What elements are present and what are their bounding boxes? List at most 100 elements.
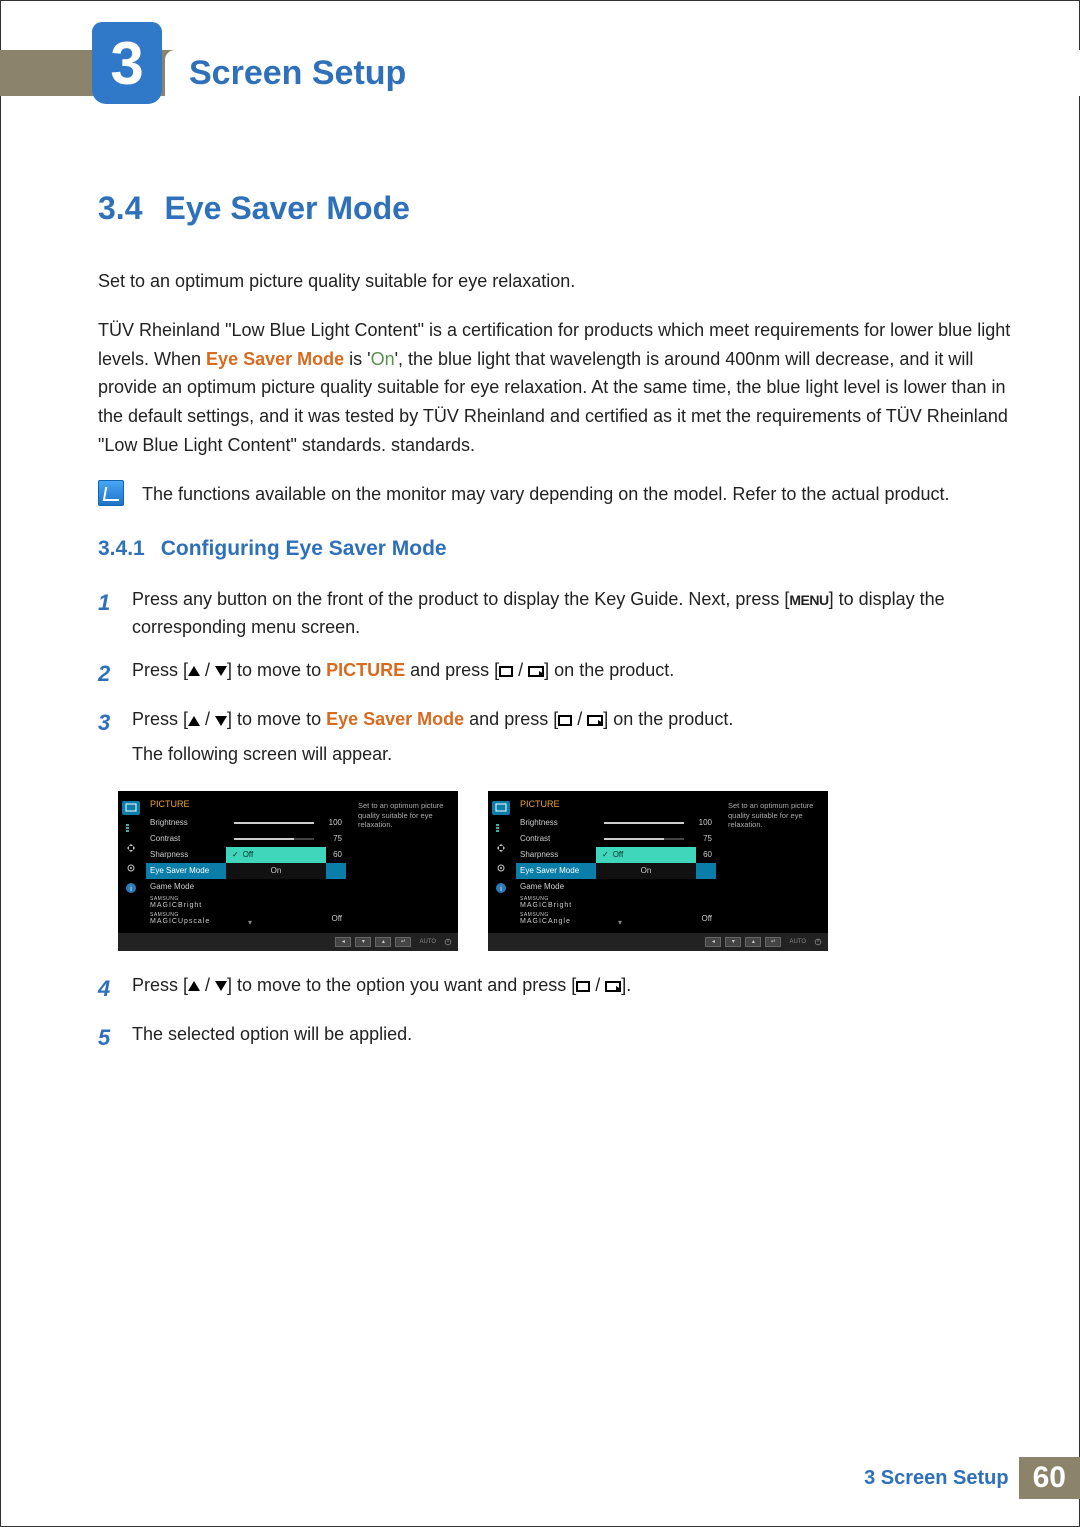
rect-icon xyxy=(499,666,513,677)
footer-chapter-label: 3 Screen Setup xyxy=(864,1467,1009,1490)
osd-tab-info-icon: i xyxy=(122,881,140,895)
osd-more-icon: ▾ xyxy=(618,918,622,927)
osd-tab-picture-icon xyxy=(122,801,140,815)
menu-key: MENU xyxy=(789,592,828,608)
osd-power-icon xyxy=(444,938,452,946)
osd-more-icon: ▾ xyxy=(248,918,252,927)
step-number: 1 xyxy=(98,585,114,643)
up-icon xyxy=(188,716,200,726)
step-3: 3 Press [ / ] to move to Eye Saver Mode … xyxy=(98,705,1012,769)
enter-icon xyxy=(528,666,544,677)
intro-paragraph: Set to an optimum picture quality suitab… xyxy=(98,267,1012,296)
osd-submenu: Off On xyxy=(226,847,326,879)
osd-tab-arrows-icon xyxy=(122,841,140,855)
osd-row-magic-bright: SAMSUNGMAGICBright xyxy=(146,895,346,911)
osd-btn-enter-icon: ↵ xyxy=(765,937,781,947)
osd-bottom-bar: ◂ ▾ ▴ ↵ AUTO xyxy=(118,933,458,951)
osd-auto-label: AUTO xyxy=(419,939,436,945)
step-body: Press [ / ] to move to Eye Saver Mode an… xyxy=(132,705,1012,769)
step-1: 1 Press any button on the front of the p… xyxy=(98,585,1012,643)
osd-tooltip: Set to an optimum picture quality suitab… xyxy=(724,797,824,834)
rect-icon xyxy=(576,981,590,992)
osd-sidebar: i xyxy=(488,797,514,929)
osd-row-magic-bright: SAMSUNGMAGICBright xyxy=(516,895,716,911)
enter-icon xyxy=(605,981,621,992)
osd-btn-left-icon: ◂ xyxy=(335,937,351,947)
osd-tab-list-icon xyxy=(492,821,510,835)
chapter-number-badge: 3 xyxy=(92,22,162,104)
step-body: The selected option will be applied. xyxy=(132,1020,1012,1055)
chapter-title-wrap: Screen Setup xyxy=(165,50,1080,96)
step-number: 3 xyxy=(98,705,114,769)
rect-icon xyxy=(558,715,572,726)
osd-screens: i PICTURE Brightness 100 Contrast 75 Sha… xyxy=(118,791,1012,951)
osd-row-game-mode: Game Mode xyxy=(146,879,346,895)
emph-on: On xyxy=(371,349,395,369)
subsection-number: 3.4.1 xyxy=(98,537,145,561)
osd-tab-info-icon: i xyxy=(492,881,510,895)
note-icon xyxy=(98,480,124,506)
osd-right: i PICTURE Brightness 100 Contrast 75 Sha… xyxy=(488,791,828,951)
osd-submenu: Off On xyxy=(596,847,696,879)
down-icon xyxy=(215,716,227,726)
osd-btn-down-icon: ▾ xyxy=(725,937,741,947)
down-icon xyxy=(215,981,227,991)
osd-auto-label: AUTO xyxy=(789,939,806,945)
osd-row-magic-angle: SAMSUNGMAGICAngle Off xyxy=(516,911,716,927)
osd-row-game-mode: Game Mode xyxy=(516,879,716,895)
note-row: The functions available on the monitor m… xyxy=(98,480,1012,509)
osd-tab-arrows-icon xyxy=(492,841,510,855)
osd-tab-gear-icon xyxy=(122,861,140,875)
target-eye-saver: Eye Saver Mode xyxy=(326,709,464,729)
step-number: 2 xyxy=(98,656,114,691)
osd-submenu-on: On xyxy=(226,863,326,879)
step-number: 5 xyxy=(98,1020,114,1055)
up-icon xyxy=(188,666,200,676)
osd-tab-picture-icon xyxy=(492,801,510,815)
osd-btn-left-icon: ◂ xyxy=(705,937,721,947)
osd-row-brightness: Brightness 100 xyxy=(516,815,716,831)
subsection-heading: 3.4.1 Configuring Eye Saver Mode xyxy=(98,537,1012,561)
osd-submenu-off: Off xyxy=(226,847,326,863)
step-body: Press any button on the front of the pro… xyxy=(132,585,1012,643)
osd-power-icon xyxy=(814,938,822,946)
osd-tab-list-icon xyxy=(122,821,140,835)
description-paragraph: TÜV Rheinland "Low Blue Light Content" i… xyxy=(98,316,1012,460)
emph-eye-saver: Eye Saver Mode xyxy=(206,349,344,369)
step-4: 4 Press [ / ] to move to the option you … xyxy=(98,971,1012,1006)
osd-btn-up-icon: ▴ xyxy=(745,937,761,947)
osd-btn-down-icon: ▾ xyxy=(355,937,371,947)
section-title: Eye Saver Mode xyxy=(164,190,409,227)
osd-btn-enter-icon: ↵ xyxy=(395,937,411,947)
osd-btn-up-icon: ▴ xyxy=(375,937,391,947)
down-icon xyxy=(215,666,227,676)
note-text: The functions available on the monitor m… xyxy=(142,480,949,509)
page-footer: 3 Screen Setup 60 xyxy=(864,1457,1080,1499)
target-picture: PICTURE xyxy=(326,660,405,680)
step-body: Press [ / ] to move to the option you wa… xyxy=(132,971,1012,1006)
subsection-title: Configuring Eye Saver Mode xyxy=(161,537,447,561)
osd-tab-gear-icon xyxy=(492,861,510,875)
osd-submenu-on: On xyxy=(596,863,696,879)
page-number: 60 xyxy=(1019,1457,1080,1499)
enter-icon xyxy=(587,715,603,726)
section-heading: 3.4 Eye Saver Mode xyxy=(98,190,1012,227)
osd-left: i PICTURE Brightness 100 Contrast 75 Sha… xyxy=(118,791,458,951)
osd-sidebar: i xyxy=(118,797,144,929)
section-number: 3.4 xyxy=(98,190,142,227)
up-icon xyxy=(188,981,200,991)
osd-row-contrast: Contrast 75 xyxy=(146,831,346,847)
step-body: Press [ / ] to move to PICTURE and press… xyxy=(132,656,1012,691)
osd-submenu-off: Off xyxy=(596,847,696,863)
osd-row-brightness: Brightness 100 xyxy=(146,815,346,831)
osd-header: PICTURE xyxy=(516,797,716,815)
content-area: 3.4 Eye Saver Mode Set to an optimum pic… xyxy=(98,190,1012,1069)
osd-row-contrast: Contrast 75 xyxy=(516,831,716,847)
step-2: 2 Press [ / ] to move to PICTURE and pre… xyxy=(98,656,1012,691)
chapter-number: 3 xyxy=(110,29,143,98)
osd-row-magic-upscale: SAMSUNGMAGICUpscale Off xyxy=(146,911,346,927)
osd-bottom-bar: ◂ ▾ ▴ ↵ AUTO xyxy=(488,933,828,951)
osd-header: PICTURE xyxy=(146,797,346,815)
chapter-title: Screen Setup xyxy=(189,54,406,93)
osd-tooltip: Set to an optimum picture quality suitab… xyxy=(354,797,454,834)
